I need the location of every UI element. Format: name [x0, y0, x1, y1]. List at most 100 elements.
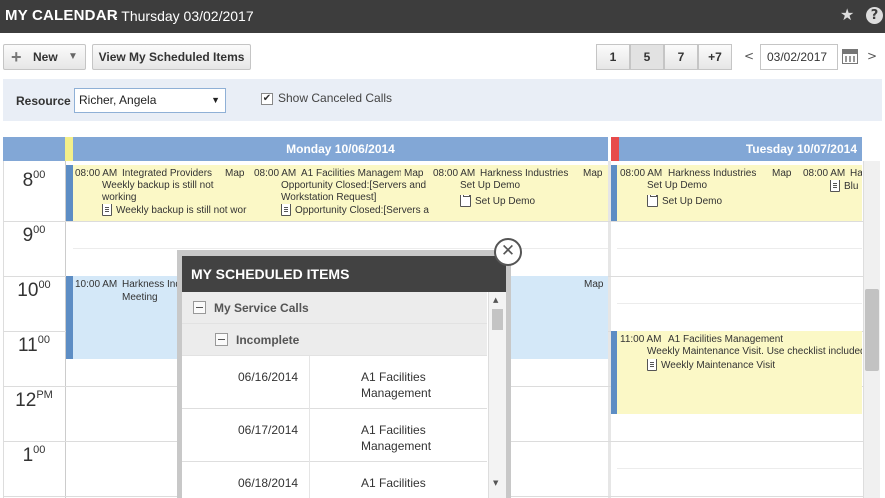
appointment-time: 08:00 AM	[254, 168, 297, 179]
view-5-day-button[interactable]: 5	[630, 44, 664, 70]
calendar-icon[interactable]	[842, 49, 858, 64]
document-icon	[102, 204, 112, 216]
appointment-customer: A1 Facilities Management	[668, 334, 784, 345]
popup-scrollbar[interactable]: ▲ ▼	[488, 292, 506, 498]
item-name: A1 Facilities Management	[361, 370, 432, 400]
list-item[interactable]: 06/17/2014 A1 Facilities Management	[182, 409, 487, 462]
plus-icon: +	[11, 47, 22, 67]
appointment-description: Weekly backup is still not	[102, 180, 214, 191]
appointment-stripe	[66, 165, 73, 221]
popup-scrollbar-thumb[interactable]	[492, 309, 503, 330]
document-icon	[647, 359, 657, 371]
appointment-description: Opportunity Closed:[Servers and	[281, 180, 427, 191]
filter-bar: Resource Richer, Angela ▼ ✔ Show Cancele…	[3, 79, 882, 121]
appointment-customer: Ha	[850, 168, 862, 179]
scroll-up-icon[interactable]: ▲	[493, 296, 498, 304]
group-label: Incomplete	[236, 333, 300, 347]
appointment-subitem[interactable]: Weekly backup is still not wor	[102, 204, 251, 218]
appointment-description: Set Up Demo	[647, 180, 708, 191]
next-date-arrow[interactable]: >	[867, 49, 877, 63]
page-subtitle: - Thursday 03/02/2017	[113, 8, 254, 24]
show-canceled-checkbox[interactable]: ✔	[261, 93, 273, 105]
clipboard-icon	[460, 195, 471, 207]
list-item[interactable]: 06/16/2014 A1 Facilities Management	[182, 356, 487, 409]
document-icon	[830, 180, 840, 192]
half-hour-line	[617, 468, 862, 469]
scroll-down-icon[interactable]: ▼	[493, 479, 498, 487]
popup-title: MY SCHEDULED ITEMS	[182, 256, 506, 292]
hour-label-1: 100	[22, 444, 46, 466]
appointment-harkness-tuesday[interactable]: 08:00 AM Harkness Industries Map Set Up …	[617, 165, 800, 221]
map-link[interactable]: Map	[583, 168, 602, 180]
appointment-subitem[interactable]: Blu	[830, 180, 858, 193]
close-icon[interactable]: ✕	[494, 238, 522, 266]
map-link[interactable]: Map	[772, 168, 791, 180]
hour-label-11: 1100	[18, 334, 50, 356]
calendar-scrollbar[interactable]	[863, 161, 880, 498]
calendar-scrollbar-thumb[interactable]	[865, 289, 879, 371]
appointment-description: Set Up Demo	[460, 180, 521, 191]
half-hour-line	[617, 303, 862, 304]
appointment-time: 08:00 AM	[803, 168, 846, 179]
appointment-description: Weekly Maintenance Visit. Use checklist …	[647, 346, 862, 357]
hour-label-8: 800	[22, 169, 46, 191]
appointment-description: Meeting	[122, 292, 158, 303]
appointment-subitem[interactable]: Set Up Demo	[460, 195, 535, 208]
appointment-customer: Harkness Industries	[480, 168, 569, 179]
monday-marker	[65, 137, 73, 161]
list-item[interactable]: 06/18/2014 A1 Facilities	[182, 462, 487, 498]
map-link[interactable]: Map	[404, 168, 423, 180]
new-button-label: New	[33, 50, 58, 64]
resource-select[interactable]: Richer, Angela ▼	[74, 88, 226, 113]
group-label: My Service Calls	[214, 301, 309, 315]
view-scheduled-items-button[interactable]: View My Scheduled Items	[92, 44, 251, 70]
item-name: A1 Facilities	[361, 476, 426, 490]
appointment-time: 08:00 AM	[433, 168, 476, 179]
map-link[interactable]: Map	[225, 168, 244, 180]
appointment-customer: A1 Facilities Managem	[301, 168, 401, 179]
resource-label: Resource	[16, 94, 71, 108]
document-icon	[281, 204, 291, 216]
item-date: 06/18/2014	[238, 476, 299, 490]
appointment-a1-facilities-tuesday[interactable]: 11:00 AM A1 Facilities Management Weekly…	[617, 331, 862, 414]
appointment-harkness-industries[interactable]: 08:00 AM Harkness Industries Map Set Up …	[431, 165, 608, 221]
minus-icon[interactable]	[215, 333, 228, 347]
clipboard-icon	[647, 195, 658, 207]
tuesday-marker	[611, 137, 619, 161]
appointment-customer: Harkness Ind	[122, 279, 181, 290]
help-icon[interactable]: ?	[866, 7, 883, 24]
group-my-service-calls[interactable]: My Service Calls	[182, 292, 487, 324]
day-header-monday[interactable]: Monday 10/06/2014	[73, 137, 608, 161]
appointment-time: 10:00 AM	[75, 279, 118, 290]
show-canceled-label: Show Canceled Calls	[278, 91, 393, 105]
view-plus7-day-button[interactable]: +7	[698, 44, 732, 70]
item-date: 06/17/2014	[238, 423, 299, 437]
minus-icon[interactable]	[193, 301, 206, 315]
scheduled-items-popup: MY SCHEDULED ITEMS My Service Calls Inco…	[177, 250, 511, 498]
star-icon[interactable]: ★	[840, 5, 854, 24]
date-input[interactable]: 03/02/2017	[760, 44, 838, 70]
half-hour-line	[617, 248, 862, 249]
view-7-day-button[interactable]: 7	[664, 44, 698, 70]
new-button[interactable]: + New ▼	[3, 44, 86, 70]
appointment-a1-facilities[interactable]: 08:00 AM A1 Facilities Managem Map Oppor…	[252, 165, 430, 221]
time-column-header	[3, 137, 65, 161]
appointment-subitem[interactable]: Set Up Demo	[647, 195, 722, 208]
dropdown-arrow-icon: ▼	[68, 51, 78, 62]
half-hour-line	[73, 248, 608, 249]
appointment-subitem[interactable]: Opportunity Closed:[Servers a	[281, 204, 430, 218]
map-link[interactable]: Map	[584, 279, 603, 291]
hour-line	[3, 221, 863, 222]
group-incomplete[interactable]: Incomplete	[182, 324, 487, 356]
appointment-subitem[interactable]: Weekly Maintenance Visit	[647, 359, 775, 372]
item-date: 06/16/2014	[238, 370, 299, 384]
prev-date-arrow[interactable]: <	[744, 49, 754, 63]
dropdown-arrow-icon: ▼	[211, 95, 220, 105]
appointment-time: 08:00 AM	[620, 168, 663, 179]
day-header-tuesday[interactable]: Tuesday 10/07/2014	[619, 137, 862, 161]
appointment-integrated-providers[interactable]: 08:00 AM Integrated Providers Map Weekly…	[73, 165, 251, 221]
appointment-tuesday-partial[interactable]: 08:00 AM Ha Blu	[801, 165, 862, 221]
hour-label-9: 900	[22, 224, 46, 246]
hour-label-12: 12PM	[15, 389, 53, 411]
view-1-day-button[interactable]: 1	[596, 44, 630, 70]
